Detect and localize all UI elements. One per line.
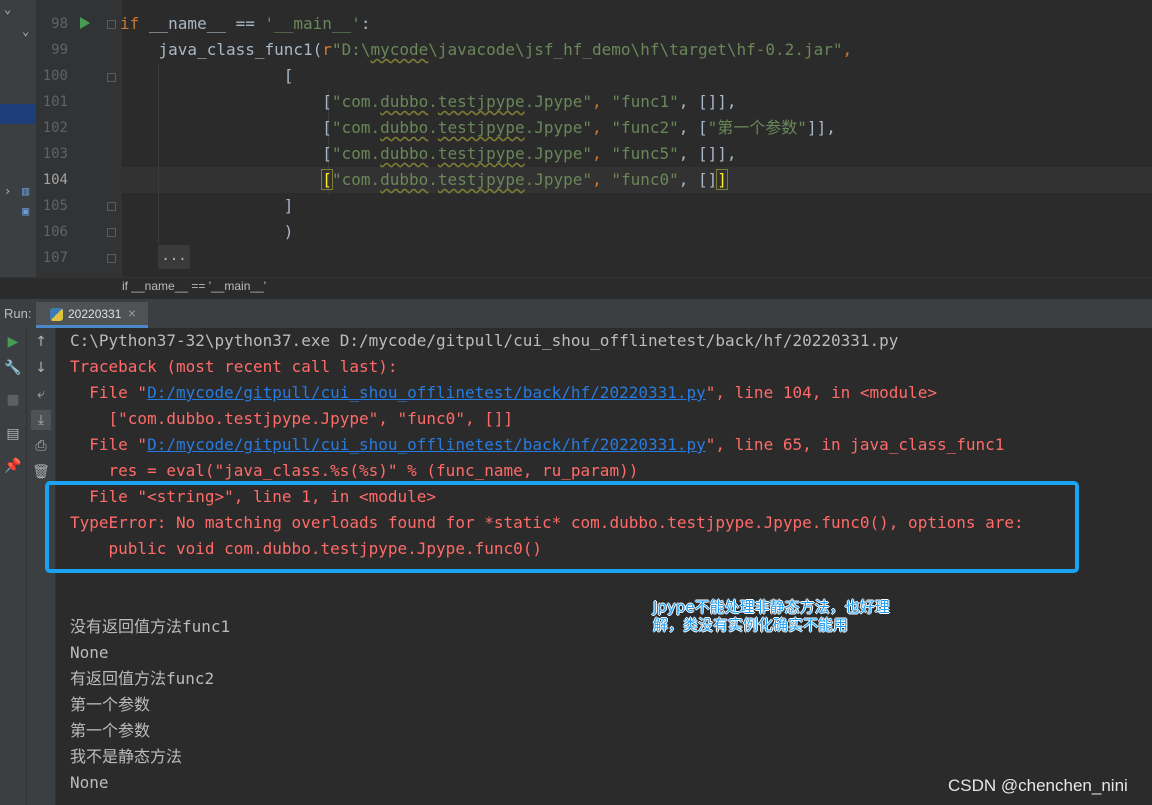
layout-icon[interactable]: ▤ [3,424,23,444]
code-line-106: ) [120,222,294,241]
file-link[interactable]: D:/mycode/gitpull/cui_shou_offlinetest/b… [147,435,706,454]
highlight-box [45,481,1079,573]
code-line-101: ["com.dubbo.testjpype.Jpype", "func1", [… [120,92,737,111]
traceback-header: Traceback (most recent call last): [70,357,398,376]
project-selected-row[interactable] [0,104,36,124]
code-line-102: ["com.dubbo.testjpype.Jpype", "func2", [… [120,118,836,137]
soft-wrap-icon[interactable]: ⤶ [31,384,51,404]
code-line-104: ["com.dubbo.testjpype.Jpype", "func0", [… [321,169,728,190]
code-line-103: ["com.dubbo.testjpype.Jpype", "func5", [… [120,144,737,163]
rerun-icon[interactable]: ▶ [3,332,23,352]
stdout-line: 我不是静态方法 [70,747,183,766]
code-line-100: [ [120,66,294,85]
line-number: 98 [51,16,68,32]
code-line-99: java_class_func1(r"D:\mycode\javacode\js… [158,40,853,59]
line-number: 106 [42,224,68,240]
line-number: 103 [42,146,68,162]
code-line-98: if __name__ == '__main__': [120,14,371,33]
line-number: 107 [42,250,68,266]
trash-icon[interactable]: 🗑 [31,462,51,482]
arrow-up-icon[interactable]: ↑ [31,332,51,352]
fold-marker-icon[interactable] [107,73,116,82]
line-number: 105 [42,198,68,214]
file-link[interactable]: D:/mycode/gitpull/cui_shou_offlinetest/b… [147,383,706,402]
arrow-down-icon[interactable]: ↓ [31,358,51,378]
stop-icon[interactable]: ■ [3,390,23,410]
annotation-note: Jpype不能处理非静态方法，也好理 解，类没有实例化确实不能用 [653,598,943,634]
traceback-file-line: File "D:/mycode/gitpull/cui_shou_offline… [70,383,937,402]
watermark: CSDN @chenchen_nini [948,776,1128,795]
stdout-line: 有返回值方法func2 [70,669,215,688]
scroll-to-end-icon[interactable]: ⤓ [31,410,51,430]
fold-marker-icon[interactable] [107,202,116,211]
run-tab-label: 20220331 [68,307,122,321]
close-icon[interactable]: × [128,305,136,321]
code-line-105: ] [120,196,294,215]
breadcrumb[interactable]: if __name__ == '__main__' [122,279,266,293]
run-tool-window-header [0,302,1152,329]
line-number: 102 [42,120,68,136]
line-number: 100 [42,68,68,84]
annotation-line: Jpype不能处理非静态方法，也好理 [653,598,890,616]
traceback-file-line: File "D:/mycode/gitpull/cui_shou_offline… [70,435,1005,454]
fold-marker-icon[interactable] [107,254,116,263]
stdout-line: 第一个参数 [70,721,151,740]
stdout-line: None [70,773,109,792]
console-icon[interactable]: ▣ [22,204,29,218]
run-label: Run: [4,306,32,321]
expand-arrow-icon[interactable]: ⌄ [4,2,11,16]
wrench-icon[interactable]: 🔧 [3,358,23,378]
bar-chart-icon[interactable]: ▥ [22,184,29,198]
pin-icon[interactable]: 📌 [3,456,23,476]
annotation-line: 解，类没有实例化确实不能用 [653,616,849,634]
line-number: 99 [51,42,68,58]
chevron-right-icon[interactable]: › [4,184,11,198]
python-icon [50,308,63,321]
print-icon[interactable]: ⎙ [31,436,51,456]
stdout-line: 第一个参数 [70,695,151,714]
console-command-line: C:\Python37-32\python37.exe D:/mycode/gi… [70,331,899,350]
project-tool-strip: ⌄ ⌄ › ▥ ▣ [0,0,36,277]
run-gutter-icon[interactable] [80,17,90,29]
collapse-arrow-icon[interactable]: ⌄ [22,24,29,38]
stdout-line: 没有返回值方法func1 [70,617,231,636]
collapsed-code-placeholder[interactable]: ... [158,245,190,269]
fold-marker-icon[interactable] [107,20,116,29]
traceback-code-line: ["com.dubbo.testjpype.Jpype", "func0", [… [70,409,514,428]
run-toolbar-left: ▶ 🔧 ■ ▤ 📌 [0,328,27,805]
stdout-line: None [70,643,109,662]
fold-marker-icon[interactable] [107,228,116,237]
line-number-current: 104 [42,172,68,188]
line-number: 101 [42,94,68,110]
